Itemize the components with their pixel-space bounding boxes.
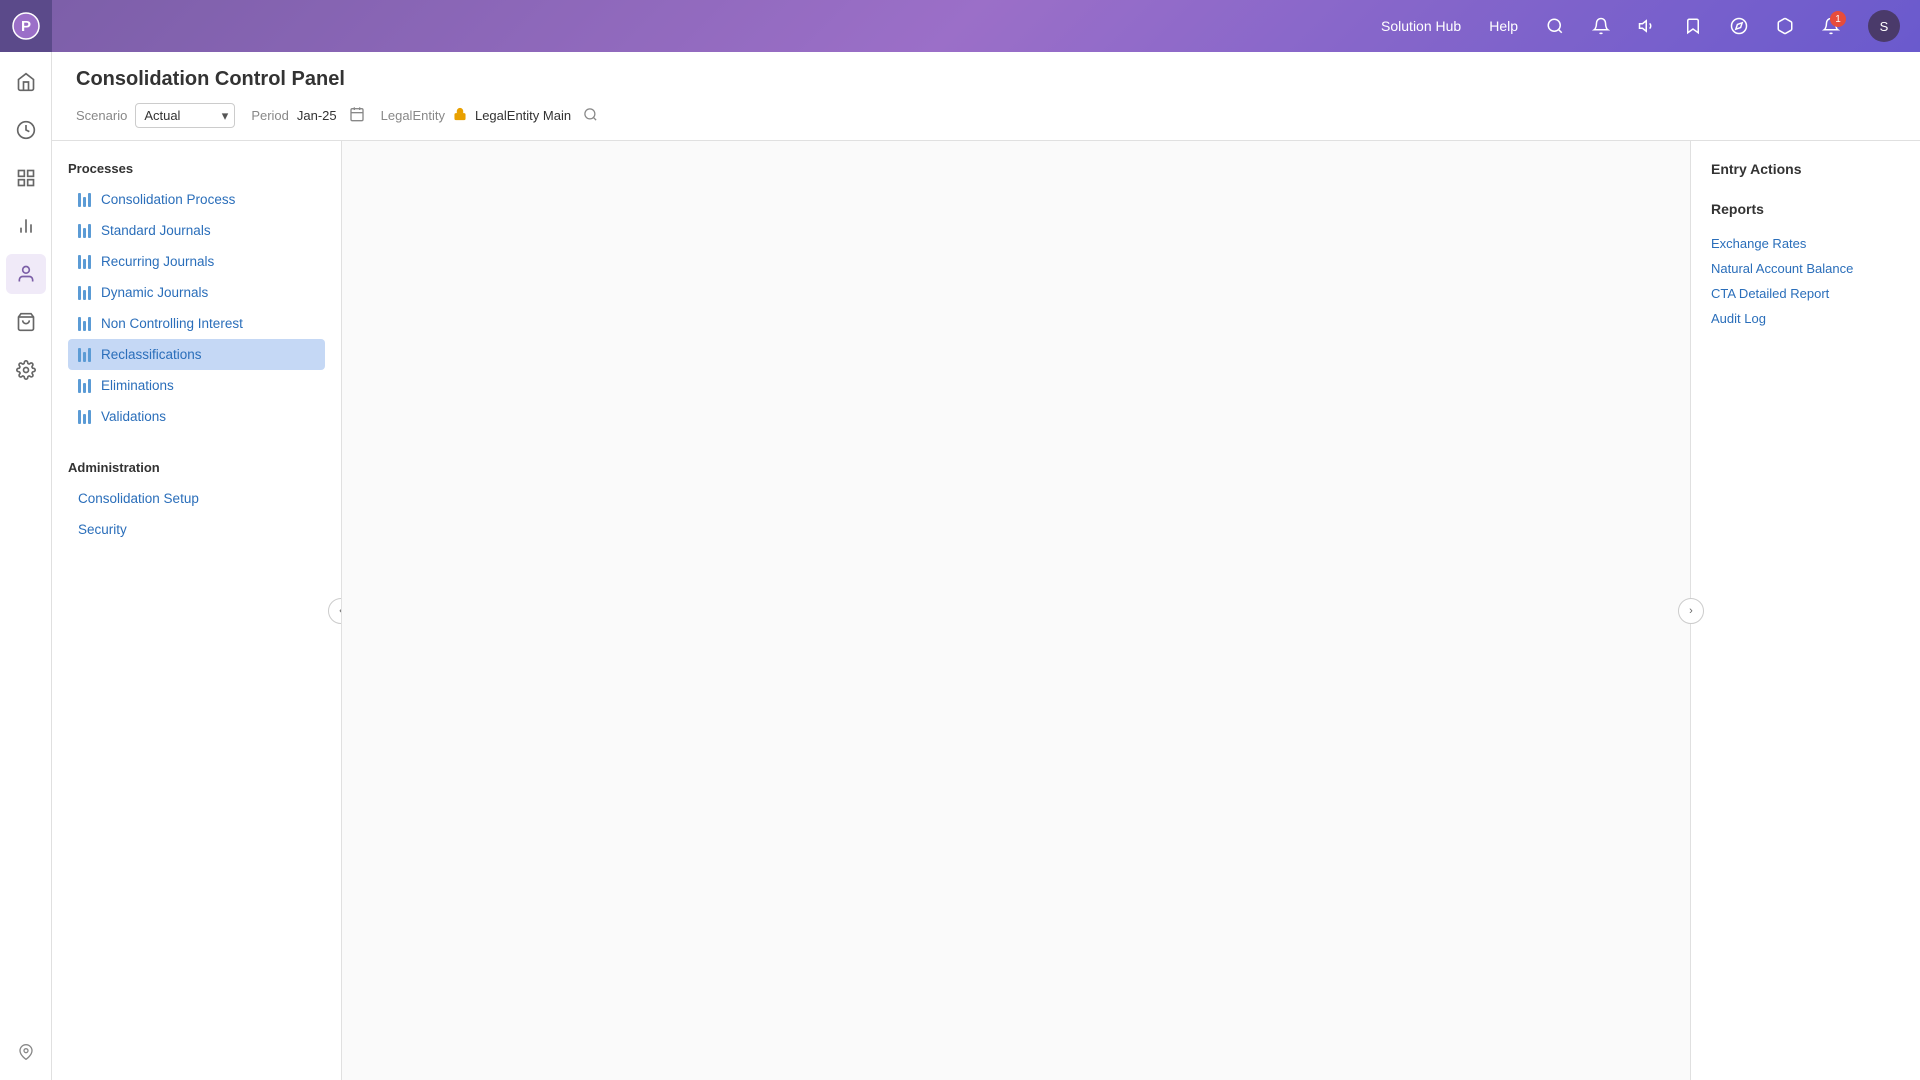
alert-bell-button[interactable]: 1 [1822, 17, 1840, 35]
standard-journals-icon [78, 224, 91, 238]
audit-log-link[interactable]: Audit Log [1711, 306, 1900, 331]
period-label: Period [251, 108, 289, 123]
app-logo[interactable]: P [0, 0, 52, 52]
eliminations-icon [78, 379, 91, 393]
sidebar-item-non-controlling-interest[interactable]: Non Controlling Interest [68, 308, 325, 339]
legal-entity-filter: LegalEntity LegalEntity Main [381, 107, 598, 125]
legal-entity-label: LegalEntity [381, 108, 445, 123]
center-panel [342, 141, 1690, 1080]
scenario-label: Scenario [76, 108, 127, 123]
recurring-journals-label: Recurring Journals [101, 254, 214, 269]
svg-text:P: P [21, 18, 31, 35]
exchange-rates-link[interactable]: Exchange Rates [1711, 231, 1900, 256]
box-button[interactable] [1776, 17, 1794, 35]
help-link[interactable]: Help [1489, 18, 1518, 34]
settings-icon-button[interactable] [6, 350, 46, 390]
period-filter: Period Jan-25 [251, 106, 364, 125]
people-icon-button[interactable] [6, 254, 46, 294]
legal-entity-value: LegalEntity Main [475, 108, 571, 123]
scenario-dropdown-arrow[interactable]: ▾ [222, 108, 229, 124]
sidebar-item-security[interactable]: Security [68, 514, 325, 545]
reclassifications-icon [78, 348, 91, 362]
eliminations-label: Eliminations [101, 378, 174, 393]
recent-icon-button[interactable] [6, 110, 46, 150]
user-avatar-button[interactable]: S [1868, 10, 1900, 42]
right-panel-toggle[interactable]: › [1678, 598, 1704, 624]
administration-section-title: Administration [68, 460, 325, 475]
sidebar-item-standard-journals[interactable]: Standard Journals [68, 215, 325, 246]
period-value: Jan-25 [297, 108, 337, 123]
sidebar-item-consolidation-setup[interactable]: Consolidation Setup [68, 483, 325, 514]
notifications-bell-button[interactable] [1592, 17, 1610, 35]
natural-account-balance-link[interactable]: Natural Account Balance [1711, 256, 1900, 281]
sidebar-item-eliminations[interactable]: Eliminations [68, 370, 325, 401]
icon-bar [0, 52, 52, 1080]
page-header: Consolidation Control Panel Scenario Act… [52, 52, 1920, 141]
consolidation-setup-label: Consolidation Setup [78, 491, 199, 506]
entry-actions-title: Entry Actions [1711, 161, 1900, 177]
consolidation-process-label: Consolidation Process [101, 192, 235, 207]
left-panel-toggle[interactable]: ‹ [328, 598, 342, 624]
security-label: Security [78, 522, 127, 537]
consolidation-process-icon [78, 193, 91, 207]
compass-button[interactable] [1730, 17, 1748, 35]
reports-icon-button[interactable] [6, 206, 46, 246]
dynamic-journals-label: Dynamic Journals [101, 285, 208, 300]
megaphone-button[interactable] [1638, 17, 1656, 35]
validations-icon [78, 410, 91, 424]
search-button[interactable] [1546, 17, 1564, 35]
notification-badge: 1 [1830, 11, 1846, 27]
scenario-value: Actual [144, 108, 180, 123]
filter-bar: Scenario Actual ▾ Period Jan-25 LegalEnt… [76, 103, 1896, 128]
legal-entity-search-icon[interactable] [583, 107, 598, 125]
non-controlling-interest-label: Non Controlling Interest [101, 316, 243, 331]
sidebar-item-recurring-journals[interactable]: Recurring Journals [68, 246, 325, 277]
sidebar-item-validations[interactable]: Validations [68, 401, 325, 432]
recurring-journals-icon [78, 255, 91, 269]
validations-label: Validations [101, 409, 166, 424]
left-panel: Processes Consolidation Process Standard… [52, 141, 342, 1080]
bookmark-button[interactable] [1684, 17, 1702, 35]
page-title: Consolidation Control Panel [76, 68, 1896, 91]
pin-icon[interactable] [18, 1044, 34, 1065]
home-icon-button[interactable] [6, 62, 46, 102]
solution-hub-link[interactable]: Solution Hub [1381, 18, 1461, 34]
sidebar-item-dynamic-journals[interactable]: Dynamic Journals [68, 277, 325, 308]
sidebar-item-consolidation-process[interactable]: Consolidation Process [68, 184, 325, 215]
reports-title: Reports [1711, 201, 1900, 217]
cta-detailed-report-link[interactable]: CTA Detailed Report [1711, 281, 1900, 306]
standard-journals-label: Standard Journals [101, 223, 211, 238]
right-panel: › Entry Actions Reports Exchange Rates N… [1690, 141, 1920, 1080]
apps-icon-button[interactable] [6, 158, 46, 198]
scenario-filter: Scenario Actual ▾ [76, 103, 235, 128]
non-controlling-interest-icon [78, 317, 91, 331]
calendar-icon[interactable] [349, 106, 365, 125]
packages-icon-button[interactable] [6, 302, 46, 342]
dynamic-journals-icon [78, 286, 91, 300]
sidebar-item-reclassifications[interactable]: Reclassifications [68, 339, 325, 370]
reclassifications-label: Reclassifications [101, 347, 202, 362]
lock-icon [453, 107, 467, 124]
processes-section-title: Processes [68, 161, 325, 176]
